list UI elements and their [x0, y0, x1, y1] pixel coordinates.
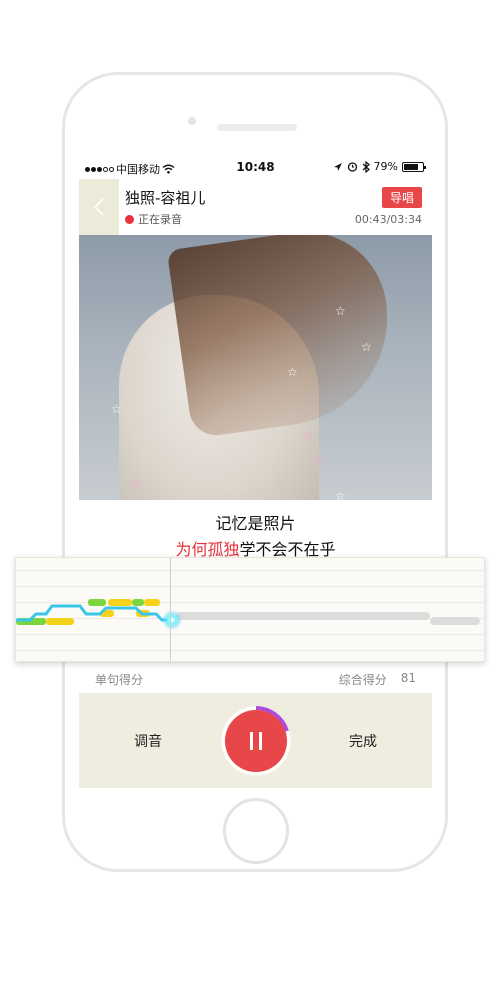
star-icon: ☆ [361, 340, 372, 354]
pitch-track [16, 599, 480, 630]
app-screen: 中国移动 10:48 79% 独照-容祖儿 正在录音 导唱 00:43/03:3… [79, 157, 432, 788]
pitch-playhead [170, 558, 171, 661]
pitch-cursor-icon [162, 610, 182, 630]
finish-button[interactable]: 完成 [349, 731, 377, 751]
status-bar: 中国移动 10:48 79% [79, 157, 432, 179]
pause-icon [250, 732, 253, 750]
star-icon: ☆ [313, 454, 324, 468]
recording-status-label: 正在录音 [138, 213, 182, 226]
home-button[interactable] [223, 798, 289, 864]
location-icon [333, 162, 342, 171]
guide-vocal-button[interactable]: 导唱 [381, 187, 422, 208]
song-artwork: ☆ ☆ ☆ ☆ ☆ ☆ ☆ ☆ [79, 235, 432, 500]
front-camera [188, 117, 196, 125]
overall-score-label: 综合得分 [338, 673, 387, 687]
pitch-target-note [430, 617, 480, 625]
battery-percent: 79% [373, 160, 398, 173]
earpiece-speaker [217, 124, 297, 131]
star-icon: ☆ [303, 429, 314, 443]
sentence-score-label: 单句得分 [95, 673, 144, 687]
pitch-sung-note [88, 599, 106, 606]
pitch-sung-note [132, 599, 144, 606]
tune-button[interactable]: 调音 [134, 731, 162, 751]
pause-control [221, 706, 291, 776]
recording-dot-icon [125, 214, 134, 224]
star-icon: ☆ [335, 304, 346, 318]
chevron-left-icon [93, 198, 104, 216]
star-icon: ☆ [131, 477, 142, 491]
pitch-sung-note [46, 618, 74, 625]
pause-button[interactable] [225, 710, 287, 772]
back-button[interactable] [79, 179, 119, 235]
overall-score-value: 81 [400, 671, 416, 685]
pitch-sung-note [144, 599, 160, 606]
song-header: 独照-容祖儿 正在录音 导唱 00:43/03:34 [79, 179, 432, 235]
lyrics-panel: 记忆是照片 为何孤独学不会不在乎 [79, 513, 432, 561]
pitch-track-panel [15, 557, 485, 662]
pause-icon-bar [259, 732, 262, 750]
playback-progress-time: 00:43/03:34 [354, 213, 422, 226]
battery-icon [402, 161, 426, 172]
alarm-icon [347, 162, 357, 172]
star-icon: ☆ [335, 489, 346, 500]
star-icon: ☆ [287, 365, 298, 379]
recording-controls: 调音 完成 [79, 693, 432, 788]
artwork-hair [166, 235, 402, 439]
pitch-target-note [176, 612, 430, 620]
star-icon: ☆ [111, 402, 122, 416]
score-row: 单句得分 综合得分 81 [79, 662, 432, 692]
pitch-sung-note [108, 599, 132, 606]
lyric-line-previous: 记忆是照片 [215, 514, 296, 533]
bluetooth-icon [362, 160, 370, 173]
recording-status: 正在录音 [125, 211, 182, 227]
song-title: 独照-容祖儿 [125, 189, 206, 207]
pitch-voice-line [16, 604, 172, 622]
